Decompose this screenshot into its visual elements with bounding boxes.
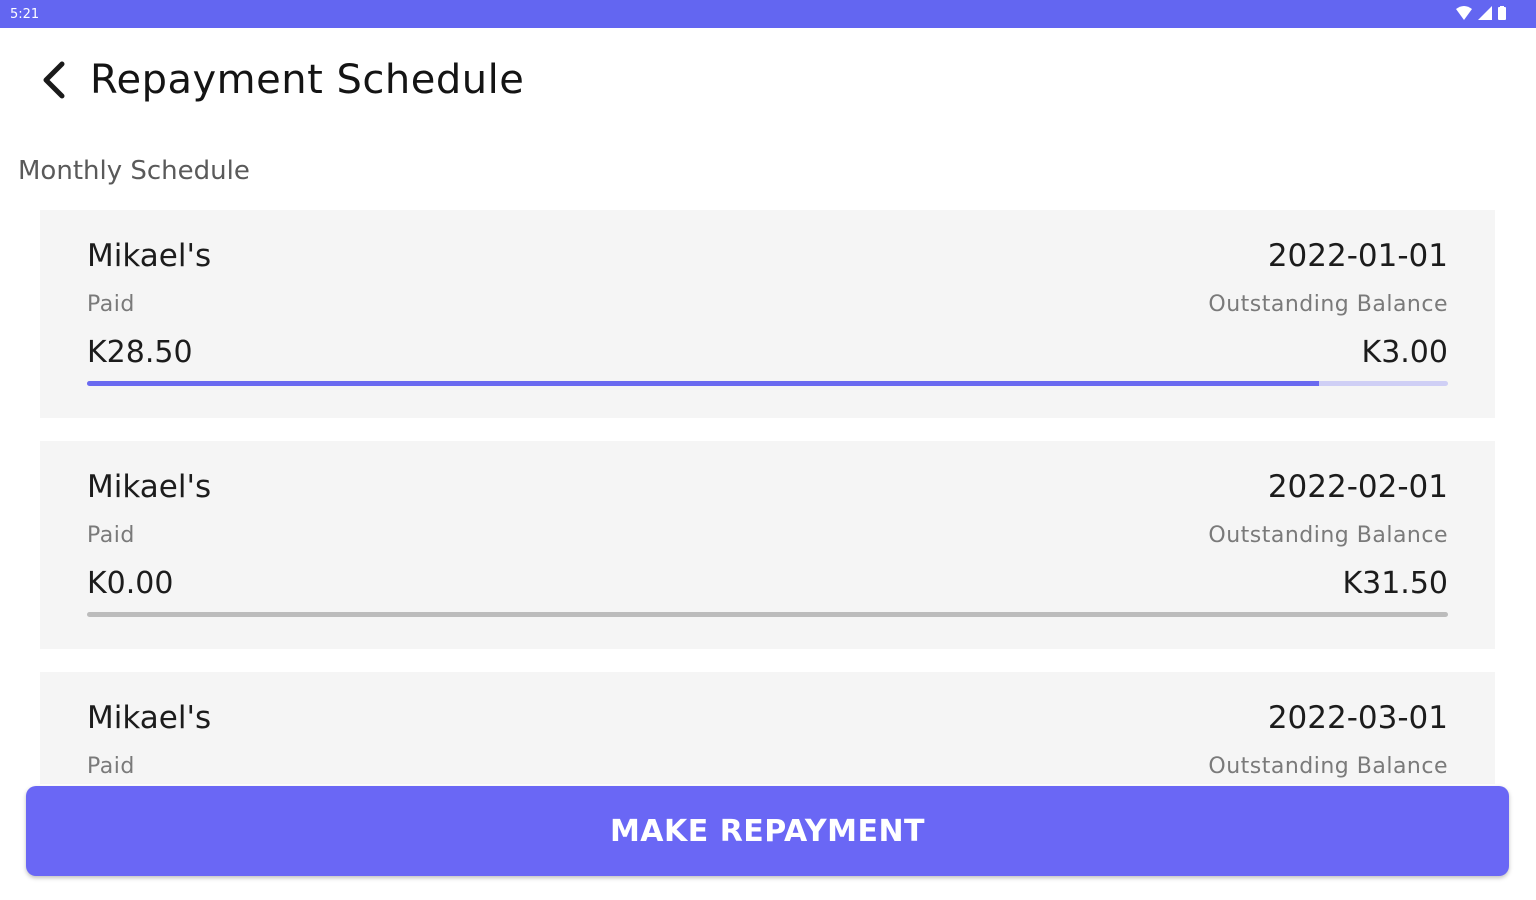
status-time: 5:21 [10, 7, 40, 22]
paid-label: Paid [87, 523, 135, 548]
chevron-left-icon [43, 61, 65, 99]
outstanding-balance-label: Outstanding Balance [1208, 754, 1448, 779]
paid-label: Paid [87, 754, 135, 779]
repayment-progress-bar [87, 612, 1448, 617]
outstanding-balance-label: Outstanding Balance [1208, 292, 1448, 317]
schedule-card[interactable]: Mikael's 2022-02-01 Paid Outstanding Bal… [40, 441, 1495, 649]
status-bar: 5:21 [0, 0, 1536, 28]
schedule-card[interactable]: Mikael's 2022-01-01 Paid Outstanding Bal… [40, 210, 1495, 418]
outstanding-balance-amount: K31.50 [1342, 566, 1448, 601]
schedule-name: Mikael's [87, 238, 212, 274]
repayment-progress-bar [87, 381, 1448, 386]
schedule-date: 2022-02-01 [1267, 469, 1448, 505]
outstanding-balance-label: Outstanding Balance [1208, 523, 1448, 548]
outstanding-balance-amount: K3.00 [1361, 335, 1448, 370]
paid-label: Paid [87, 292, 135, 317]
page-title: Repayment Schedule [90, 57, 525, 103]
progress-fill [87, 381, 1319, 386]
schedule-date: 2022-01-01 [1267, 238, 1448, 274]
schedule-name: Mikael's [87, 469, 212, 505]
status-icons [1456, 6, 1506, 20]
section-label: Monthly Schedule [18, 156, 250, 186]
battery-icon [1498, 6, 1506, 20]
schedule-card[interactable]: Mikael's 2022-03-01 Paid Outstanding Bal… [40, 672, 1495, 784]
app-header: Repayment Schedule [0, 28, 1536, 128]
make-repayment-button[interactable]: MAKE REPAYMENT [26, 786, 1509, 876]
paid-amount: K0.00 [87, 566, 174, 601]
signal-icon [1478, 6, 1492, 20]
back-button[interactable] [34, 58, 74, 102]
paid-amount: K28.50 [87, 335, 193, 370]
schedule-date: 2022-03-01 [1267, 700, 1448, 736]
wifi-icon [1456, 6, 1472, 20]
schedule-list[interactable]: Mikael's 2022-01-01 Paid Outstanding Bal… [40, 210, 1495, 784]
schedule-name: Mikael's [87, 700, 212, 736]
